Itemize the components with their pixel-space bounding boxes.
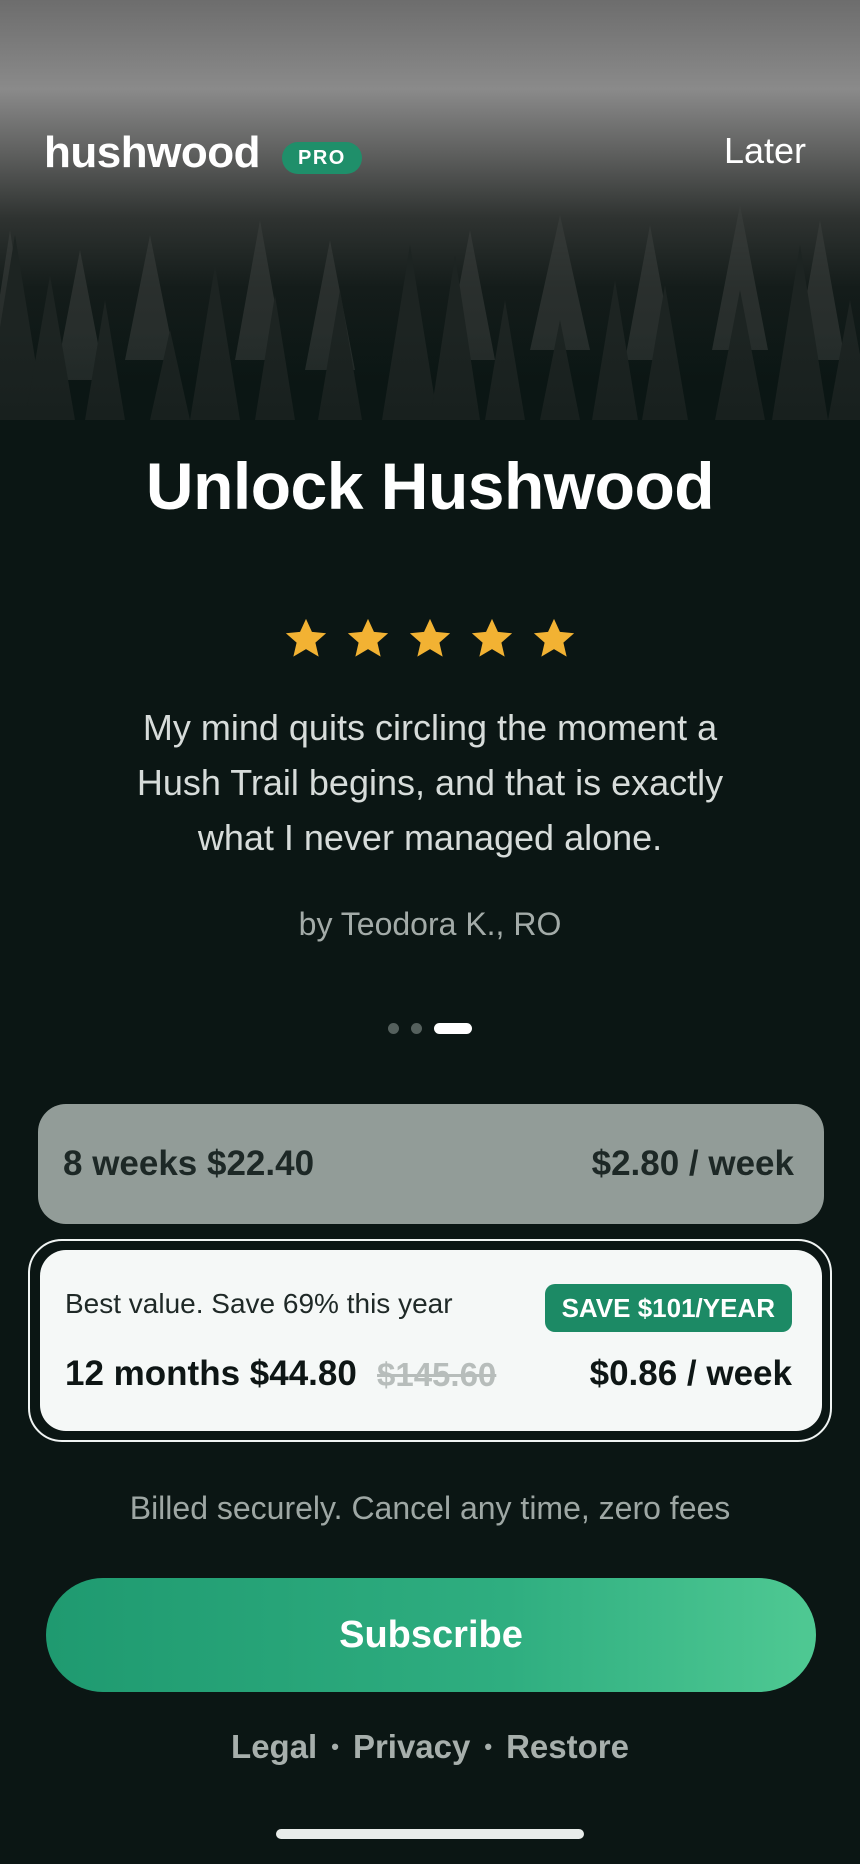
star-icon	[471, 618, 513, 657]
pro-badge: PRO	[282, 142, 362, 174]
billing-note: Billed securely. Cancel any time, zero f…	[129, 1490, 731, 1526]
separator: •	[331, 1734, 339, 1759]
star-icon	[347, 618, 389, 657]
subscribe-button[interactable]: Subscribe	[46, 1578, 816, 1692]
forest-silhouette	[0, 205, 860, 640]
review-author: by Teodora K., RO	[298, 906, 562, 942]
carousel-dot[interactable]	[411, 1023, 422, 1034]
rating-stars	[0, 616, 860, 662]
privacy-link[interactable]: Privacy	[353, 1728, 470, 1766]
later-button[interactable]: Later	[724, 130, 806, 172]
review-quote: My mind quits circling the moment a Hush…	[136, 707, 724, 858]
restore-link[interactable]: Restore	[506, 1728, 629, 1766]
carousel-dot-active[interactable]	[434, 1023, 472, 1034]
plan-option-12-months[interactable]: Best value. Save 69% this year SAVE $101…	[40, 1250, 822, 1431]
page-title: Unlock Hushwood	[145, 449, 715, 523]
plan-per-week: $2.80 / week	[591, 1144, 794, 1183]
separator: •	[484, 1734, 493, 1759]
carousel-page-indicator[interactable]	[0, 1023, 860, 1034]
plan-tagline: Best value. Save 69% this year	[65, 1288, 453, 1319]
plan-per-week: $0.86 / week	[589, 1354, 792, 1393]
brand-logo: hushwood	[44, 128, 260, 177]
original-price: $145.60	[377, 1356, 497, 1393]
home-indicator[interactable]	[276, 1829, 584, 1839]
star-icon	[409, 618, 451, 657]
hero-forest-image	[0, 0, 860, 640]
plan-option-8-weeks[interactable]: 8 weeks $22.40 $2.80 / week	[38, 1104, 824, 1224]
footer-links: Legal • Privacy • Restore	[0, 1728, 860, 1766]
legal-link[interactable]: Legal	[231, 1728, 317, 1766]
save-badge: SAVE $101/YEAR	[544, 1284, 792, 1332]
plan-label: 12 months $44.80	[65, 1354, 357, 1393]
plan-label: 8 weeks $22.40	[63, 1144, 315, 1183]
star-icon	[285, 618, 327, 657]
star-icon	[533, 618, 575, 657]
carousel-dot[interactable]	[388, 1023, 399, 1034]
